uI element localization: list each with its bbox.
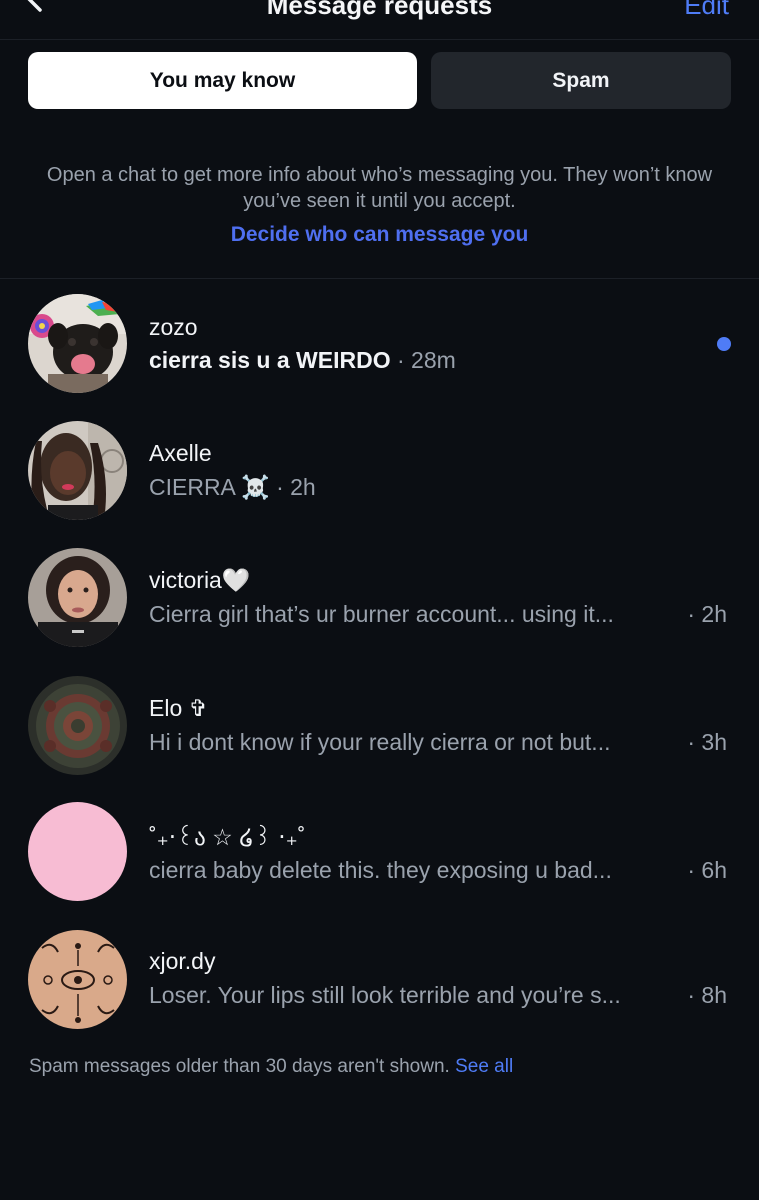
preview-text: cierra sis u a WEIRDO	[149, 347, 391, 373]
timestamp: · 6h	[687, 857, 727, 883]
request-row[interactable]: Axelle CIERRA ☠️ · 2h	[0, 418, 759, 528]
timestamp: · 2h	[687, 601, 727, 627]
request-row[interactable]: Elo ✞ Hi i dont know if your really cier…	[0, 674, 759, 784]
message-preview: Hi i dont know if your really cierra or …	[149, 729, 611, 755]
sender-name: zozo	[149, 314, 198, 340]
edit-button[interactable]: Edit	[684, 0, 729, 21]
page-title: Message requests	[266, 0, 493, 20]
timestamp: · 3h	[687, 729, 727, 755]
avatar	[28, 802, 127, 901]
timestamp: · 28m	[396, 347, 456, 373]
sender-name: xjor.dy	[149, 948, 216, 974]
spam-notice-text: Spam messages older than 30 days aren't …	[29, 1056, 450, 1077]
sender-name: Elo ✞	[149, 695, 208, 721]
tab-spam[interactable]: Spam	[431, 52, 731, 109]
message-preview: cierra baby delete this. they exposing u…	[149, 857, 612, 883]
request-row[interactable]: ˚₊‧꒰ა ☆ ໒꒱ ‧₊˚ cierra baby delete this. …	[0, 802, 759, 912]
message-preview: Cierra girl that’s ur burner account... …	[149, 601, 614, 627]
sender-name: Axelle	[149, 440, 212, 466]
request-row[interactable]: zozo cierra sis u a WEIRDO · 28m	[0, 290, 759, 400]
request-row[interactable]: victoria🤍 Cierra girl that’s ur burner a…	[0, 546, 759, 656]
avatar	[28, 294, 127, 393]
unread-dot	[717, 337, 731, 351]
divider	[0, 278, 759, 279]
tab-you-may-know[interactable]: You may know	[28, 52, 417, 109]
avatar	[28, 930, 127, 1029]
request-row[interactable]: xjor.dy Loser. Your lips still look terr…	[0, 928, 759, 1038]
sender-name: ˚₊‧꒰ა ☆ ໒꒱ ‧₊˚	[149, 824, 306, 850]
spam-notice: Spam messages older than 30 days aren't …	[29, 1056, 513, 1078]
see-all-link[interactable]: See all	[455, 1056, 513, 1077]
request-tabs: You may know Spam	[28, 52, 731, 109]
sender-name: victoria🤍	[149, 567, 251, 593]
decide-who-can-message-link[interactable]: Decide who can message you	[0, 223, 759, 247]
message-preview: cierra sis u a WEIRDO · 28m	[149, 347, 679, 374]
timestamp: · 8h	[687, 982, 727, 1008]
message-preview: CIERRA ☠️ · 2h	[149, 474, 679, 501]
avatar	[28, 548, 127, 647]
preview-text: CIERRA ☠️	[149, 474, 270, 500]
message-preview: Loser. Your lips still look terrible and…	[149, 982, 621, 1008]
timestamp: · 2h	[276, 474, 316, 500]
avatar	[28, 676, 127, 775]
avatar	[28, 421, 127, 520]
info-text: Open a chat to get more info about who’s…	[46, 164, 713, 212]
top-bar: Message requests Edit	[0, 0, 759, 40]
